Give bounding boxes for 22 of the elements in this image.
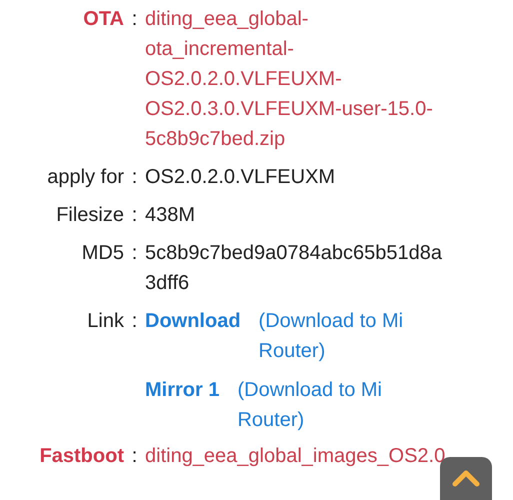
field-label: MD5 [80, 241, 124, 266]
field-label: Link [86, 309, 124, 334]
separator: : [130, 7, 138, 32]
field-label: Fastboot [38, 444, 124, 469]
field-value: diting_eea_global_images_OS2.0 [145, 444, 445, 469]
download-link[interactable]: Download [145, 306, 241, 336]
separator: : [130, 165, 138, 190]
separator: : [130, 241, 138, 266]
separator: : [130, 203, 138, 228]
field-label: Filesize [55, 203, 124, 228]
field-label: OTA [82, 7, 124, 32]
separator: : [130, 444, 138, 469]
field-label: apply for [46, 165, 124, 190]
separator: : [130, 309, 138, 334]
chevron-up-icon [451, 469, 481, 487]
router-download-link[interactable]: (Download to Mi Router) [237, 375, 445, 435]
field-value: 438M [145, 203, 196, 228]
field-value: OS2.0.2.0.VLFEUXM [145, 165, 336, 190]
router-download-link[interactable]: (Download to Mi Router) [258, 306, 445, 366]
field-value: diting_eea_global-ota_incremental-OS2.0.2.0.VLFEUXM-OS2.0.3.0.VLFEUXM-user-15.0-5c8b9c7bed.zip [145, 7, 434, 152]
field-value: 5c8b9c7bed9a0784abc65b51d8a3dff6 [145, 241, 443, 296]
download-link[interactable]: Mirror 1 [145, 375, 220, 405]
